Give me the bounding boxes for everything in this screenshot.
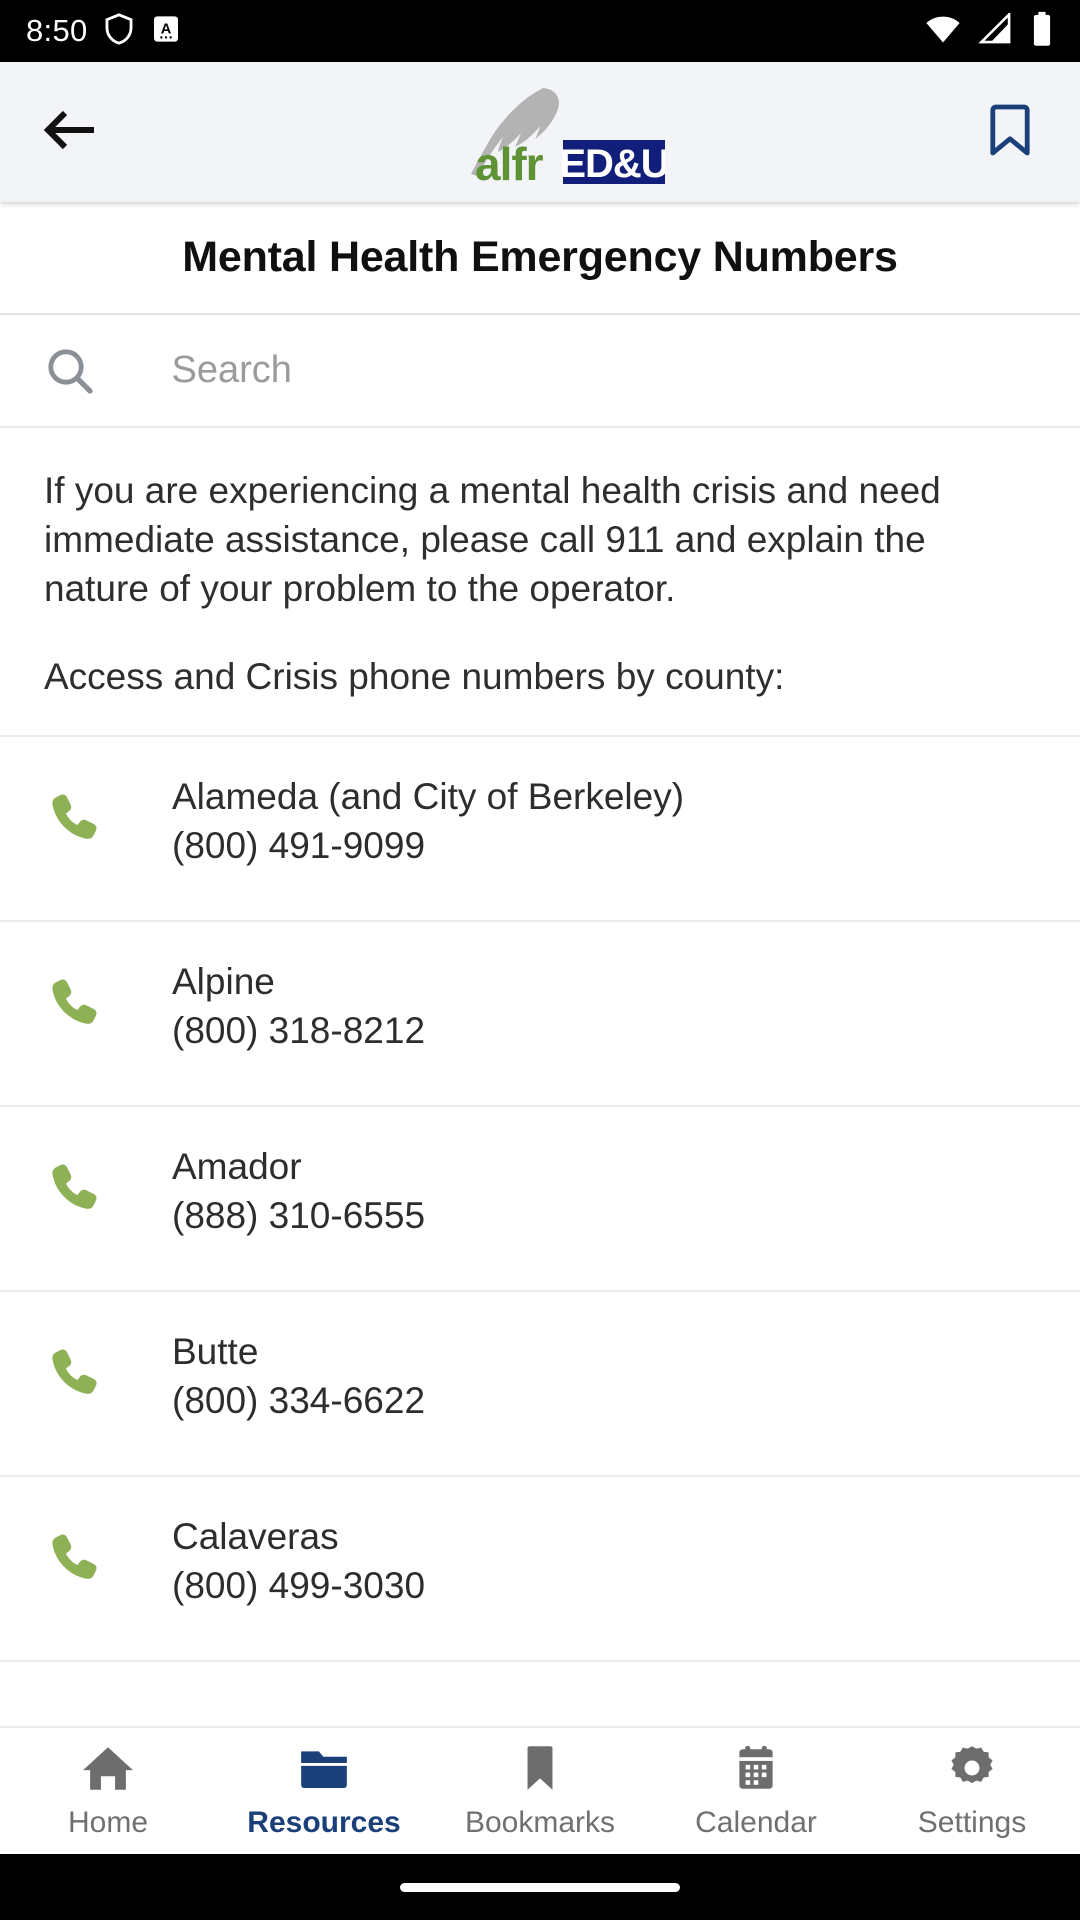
phone-number: (800) 318-8212 [172, 1009, 426, 1051]
calendar-icon [729, 1743, 783, 1798]
status-bar-clock: 8:50 [26, 13, 88, 48]
app-bar: alfr ED&U [0, 62, 1080, 202]
phone-icon [44, 1513, 164, 1587]
list-item-text: Alpine (800) 318-8212 [164, 958, 425, 1056]
search-bar[interactable] [0, 315, 1080, 428]
content-scroll-area[interactable]: If you are experiencing a mental health … [0, 428, 1080, 1726]
list-item[interactable]: Calaveras (800) 499-3030 [0, 1477, 1080, 1662]
phone-number: (800) 334-6622 [172, 1379, 426, 1421]
gear-icon [945, 1743, 999, 1798]
bookmark-button[interactable] [974, 96, 1046, 168]
svg-text:ED&U: ED&U [559, 142, 665, 186]
phone-icon [44, 1143, 164, 1217]
home-icon [81, 1743, 135, 1798]
phone-icon [44, 773, 164, 847]
folder-icon [297, 1743, 351, 1798]
list-item-text: Calaveras (800) 499-3030 [164, 1513, 425, 1611]
list-item[interactable]: Amador (888) 310-6555 [0, 1107, 1080, 1292]
search-input[interactable] [171, 349, 1036, 392]
phone-number: (888) 310-6555 [172, 1194, 426, 1236]
list-item[interactable]: Alpine (800) 318-8212 [0, 922, 1080, 1107]
page-title-bar: Mental Health Emergency Numbers [0, 202, 1080, 315]
nav-label-calendar: Calendar [695, 1805, 817, 1839]
battery-icon [1030, 11, 1054, 52]
wifi-icon [924, 13, 962, 50]
list-item-text: Amador (888) 310-6555 [164, 1143, 425, 1241]
bottom-navigation: Home Resources Bookmarks Calendar Settin… [0, 1726, 1080, 1854]
intro-paragraph-1: If you are experiencing a mental health … [44, 470, 941, 610]
gesture-navigation-bar [0, 1854, 1080, 1920]
status-bar-left-icons: A [102, 11, 182, 52]
nav-label-resources: Resources [247, 1805, 401, 1839]
nav-item-settings[interactable]: Settings [864, 1728, 1080, 1854]
feather-quill-icon [471, 88, 559, 176]
nav-item-bookmarks[interactable]: Bookmarks [432, 1728, 648, 1854]
nav-label-settings: Settings [917, 1805, 1027, 1839]
nav-item-resources[interactable]: Resources [216, 1728, 432, 1854]
nav-item-home[interactable]: Home [0, 1728, 216, 1854]
svg-text:A: A [160, 21, 171, 37]
status-bar-right-icons [924, 10, 1054, 52]
phone-number: (800) 491-9099 [172, 824, 426, 866]
phone-number: (800) 499-3030 [172, 1564, 426, 1606]
nav-label-home: Home [67, 1805, 149, 1839]
page-title: Mental Health Emergency Numbers [182, 233, 898, 281]
search-icon [44, 345, 102, 397]
intro-paragraph-2: Access and Crisis phone numbers by count… [44, 655, 785, 697]
cellular-signal-icon [978, 10, 1014, 50]
back-button[interactable] [34, 96, 106, 168]
phone-icon [44, 1328, 164, 1402]
nav-item-calendar[interactable]: Calendar [648, 1728, 864, 1854]
status-bar: 8:50 A [0, 0, 1080, 62]
svg-text:alfr: alfr [475, 138, 544, 188]
intro-block: If you are experiencing a mental health … [0, 428, 1080, 737]
shield-icon [102, 11, 136, 52]
list-item[interactable]: Butte (800) 334-6622 [0, 1292, 1080, 1477]
gesture-pill[interactable] [400, 1882, 680, 1892]
app-logo: alfr ED&U [0, 62, 1080, 202]
county-name: Alpine [172, 960, 275, 1002]
list-item[interactable]: Alameda (and City of Berkeley) (800) 491… [0, 737, 1080, 922]
phone-icon [44, 958, 164, 1032]
bookmark-icon [513, 1743, 567, 1798]
list-item-text: Alameda (and City of Berkeley) (800) 491… [164, 773, 684, 871]
bookmark-icon [988, 102, 1032, 163]
county-name: Calaveras [172, 1515, 339, 1557]
county-name: Amador [172, 1145, 302, 1187]
list-item-text: Butte (800) 334-6622 [164, 1328, 425, 1426]
phone-screen: 8:50 A alfr ED&U Mental Health Emergency… [0, 0, 1080, 1920]
back-arrow-icon [42, 107, 98, 158]
a-badge-icon: A [150, 12, 182, 51]
county-name: Butte [172, 1330, 259, 1372]
nav-label-bookmarks: Bookmarks [464, 1805, 616, 1839]
county-name: Alameda (and City of Berkeley) [172, 775, 685, 817]
